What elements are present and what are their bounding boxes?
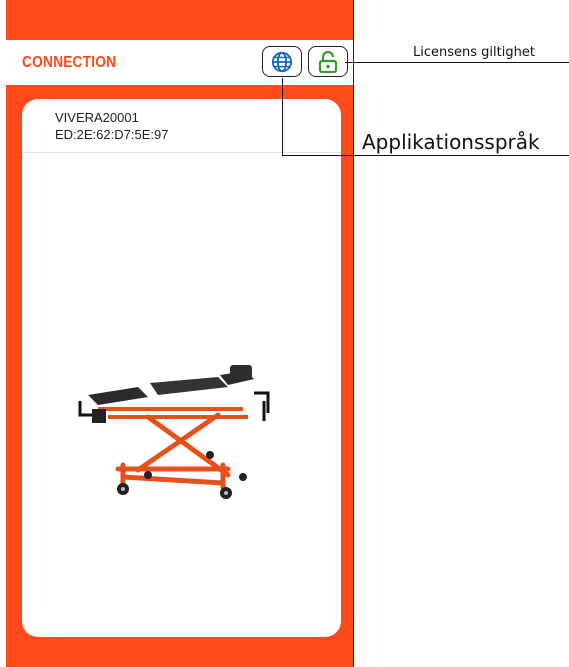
language-callout-line-horizontal	[282, 155, 569, 156]
language-button[interactable]	[262, 46, 302, 77]
device-list-item[interactable]: VIVERA20001 ED:2E:62:D7:5E:97	[22, 99, 341, 153]
device-name: VIVERA20001	[55, 110, 139, 125]
globe-icon	[271, 51, 293, 72]
stretcher-image	[78, 365, 270, 499]
unlocked-padlock-icon	[318, 50, 338, 73]
phone-screen: CONNECTION VIVERA20001 ED:2E:62:D7:5E:97	[6, 0, 354, 667]
app-bar: CONNECTION	[6, 40, 353, 85]
license-callout-line	[345, 62, 569, 63]
license-annotation: Licensens giltighet	[413, 45, 535, 60]
page-title: CONNECTION	[22, 54, 117, 71]
language-callout-line-vertical	[282, 78, 283, 155]
license-button[interactable]	[308, 46, 348, 77]
device-mac-address: ED:2E:62:D7:5E:97	[55, 127, 169, 142]
device-card: VIVERA20001 ED:2E:62:D7:5E:97	[22, 99, 341, 637]
language-annotation: Applikationsspråk	[362, 130, 540, 154]
